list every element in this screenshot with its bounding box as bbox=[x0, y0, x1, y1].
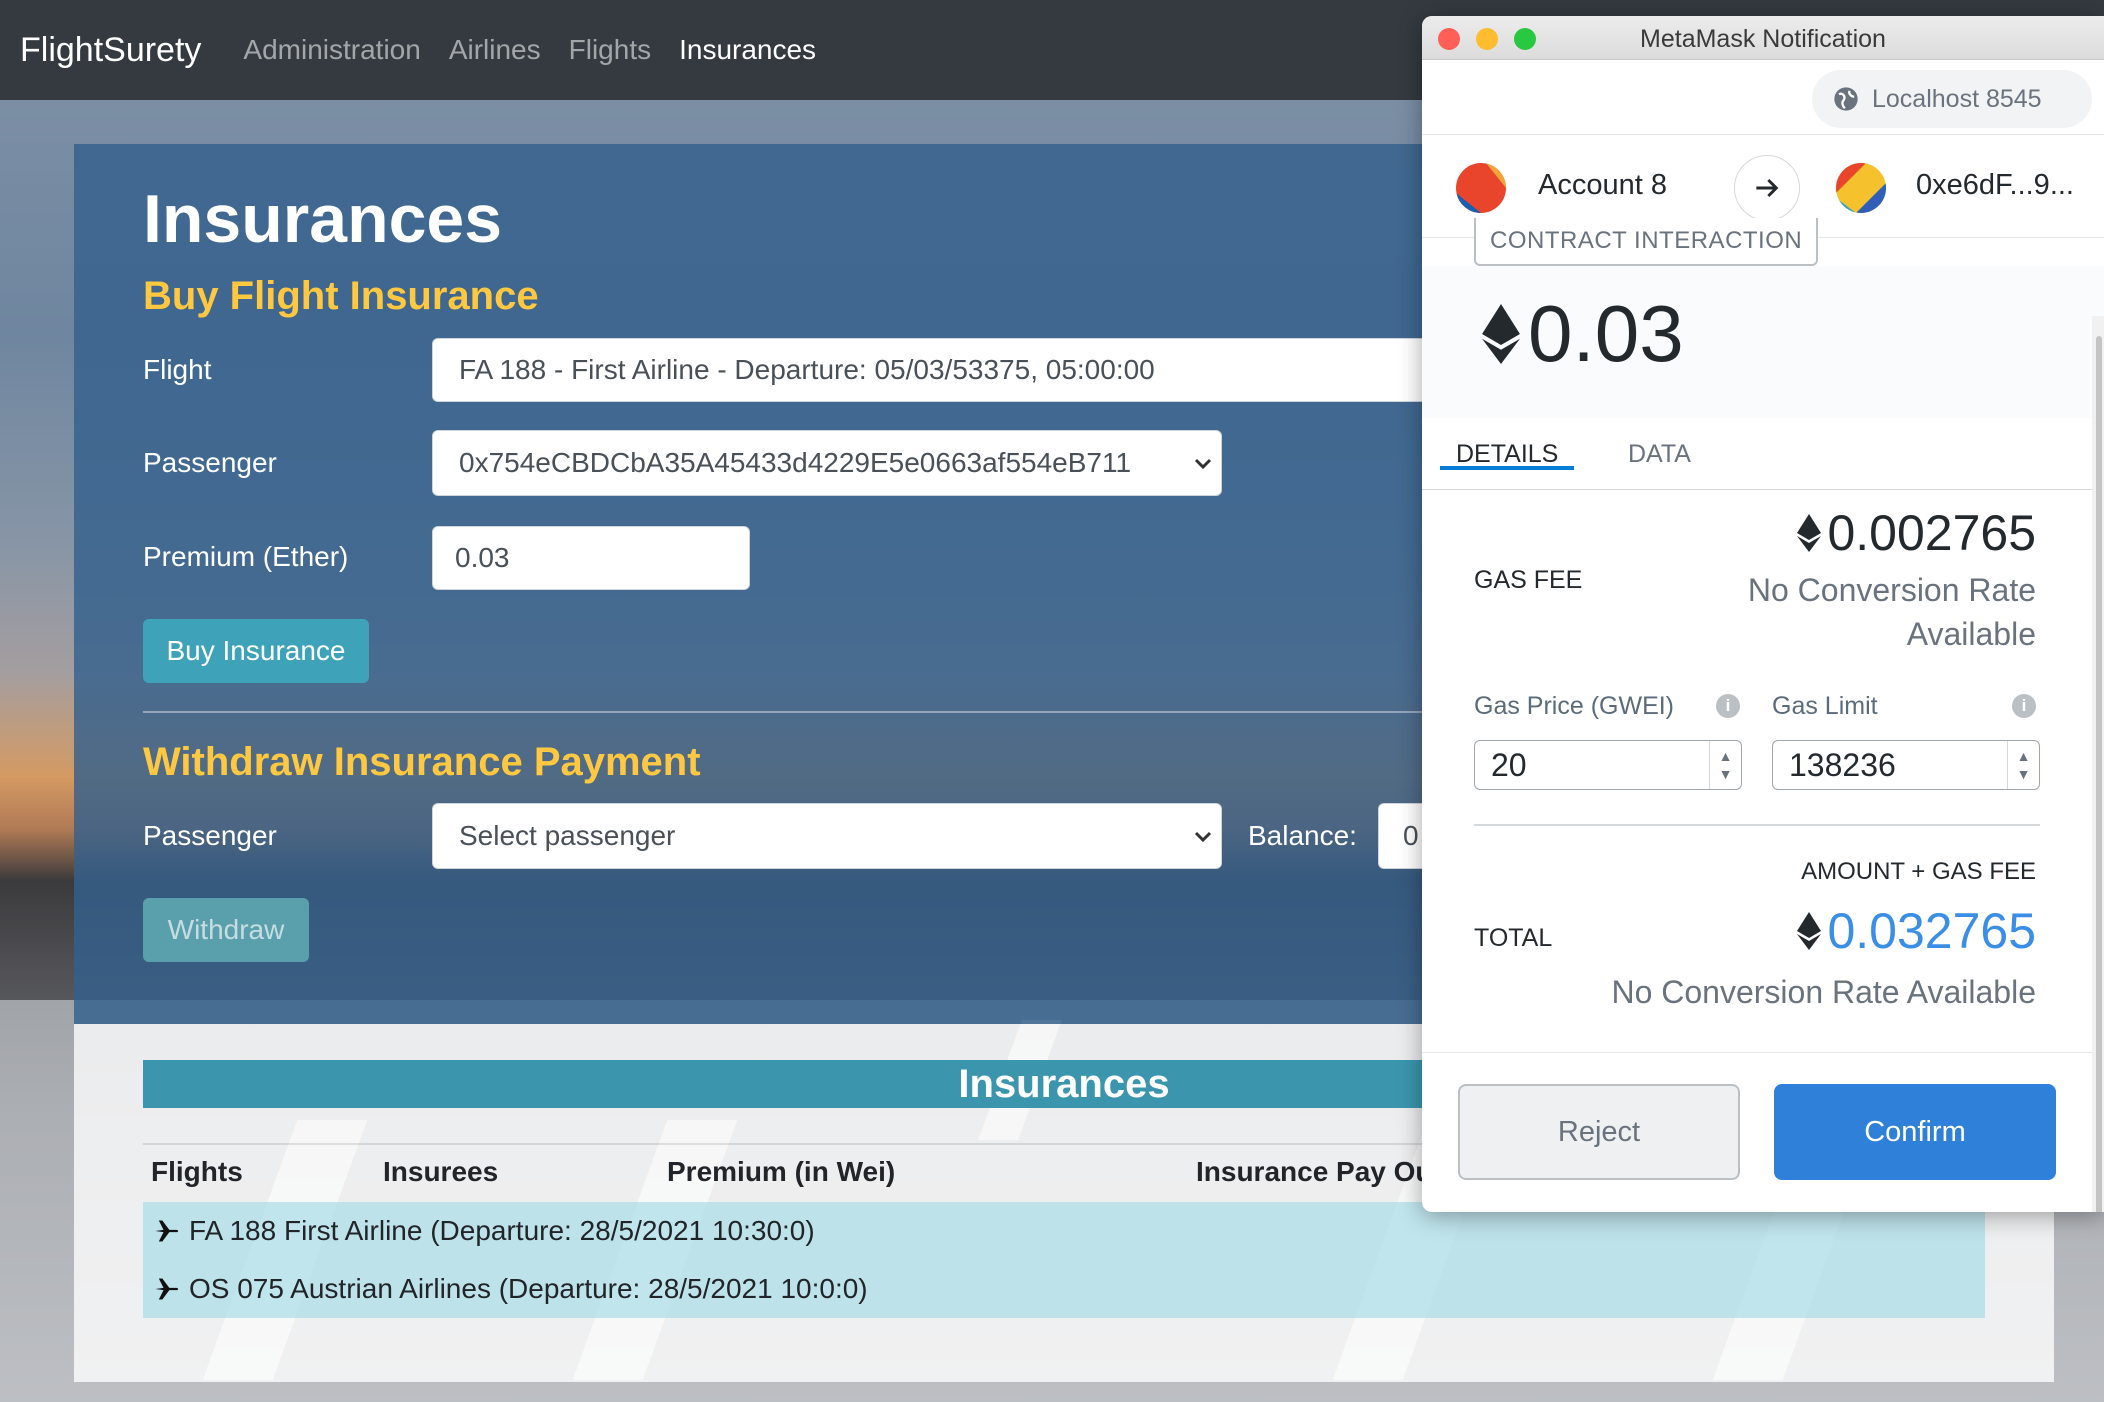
tab-details[interactable]: DETAILS bbox=[1456, 440, 1558, 469]
column-header-insurees: Insurees bbox=[383, 1156, 499, 1187]
total-value: 0.032765 bbox=[1827, 903, 2036, 959]
brand-link[interactable]: FlightSurety bbox=[20, 31, 201, 70]
gas-fee-conversion-line2: Available bbox=[1906, 616, 2036, 652]
table-row-flight: OS 075 Austrian Airlines (Departure: 28/… bbox=[189, 1273, 868, 1304]
tab-bar: DETAILS DATA bbox=[1422, 418, 2104, 490]
total-label: TOTAL bbox=[1474, 924, 1553, 952]
from-account-avatar bbox=[1456, 163, 1506, 213]
active-tab-indicator bbox=[1440, 466, 1574, 470]
ethereum-icon bbox=[1797, 912, 1822, 950]
withdraw-heading: Withdraw Insurance Payment bbox=[143, 740, 701, 784]
nav-insurances[interactable]: Insurances bbox=[679, 34, 816, 66]
tab-data[interactable]: DATA bbox=[1628, 440, 1691, 469]
chevron-down-icon bbox=[1194, 831, 1212, 843]
gas-price-label: Gas Price (GWEI) bbox=[1474, 692, 1675, 720]
contract-interaction-badge: CONTRACT INTERACTION bbox=[1474, 218, 1819, 266]
premium-input[interactable]: 0.03 bbox=[432, 526, 750, 590]
withdraw-passenger-select[interactable]: Select passenger bbox=[432, 803, 1222, 869]
scrollbar-thumb[interactable] bbox=[2096, 336, 2102, 1212]
passenger-label: Passenger bbox=[143, 447, 277, 478]
window-title: MetaMask Notification bbox=[1640, 25, 1886, 53]
passenger-select[interactable]: 0x754eCBDCbA35A45433d4229E5e0663af554eB7… bbox=[432, 430, 1222, 496]
column-header-flights: Flights bbox=[151, 1156, 243, 1187]
flight-label: Flight bbox=[143, 354, 212, 385]
nav-airlines[interactable]: Airlines bbox=[449, 34, 541, 66]
balance-label: Balance: bbox=[1248, 820, 1357, 851]
arrow-right-icon bbox=[1734, 155, 1800, 221]
gas-price-input[interactable]: 20 ▲ ▼ bbox=[1474, 740, 1742, 790]
nav-administration[interactable]: Administration bbox=[243, 34, 420, 66]
gas-fee-value-row: 0.002765 bbox=[1797, 504, 2036, 562]
ethereum-icon bbox=[1482, 304, 1520, 364]
network-name: Localhost 8545 bbox=[1872, 84, 2042, 113]
to-address-avatar bbox=[1836, 163, 1886, 213]
info-icon[interactable]: i bbox=[1716, 694, 1740, 718]
table-row-flight: FA 188 First Airline (Departure: 28/5/20… bbox=[189, 1215, 815, 1246]
transaction-amount: 0.03 bbox=[1528, 289, 1684, 378]
network-globe-icon bbox=[1834, 87, 1858, 111]
gas-limit-value: 138236 bbox=[1789, 746, 1896, 783]
gas-fee-conversion-line1: No Conversion Rate bbox=[1747, 572, 2036, 608]
gas-limit-label: Gas Limit bbox=[1772, 692, 1878, 720]
gas-price-value: 20 bbox=[1491, 746, 1527, 783]
plane-icon bbox=[155, 1220, 179, 1242]
plane-icon bbox=[155, 1278, 179, 1300]
to-address[interactable]: 0xe6dF...9... bbox=[1916, 169, 2074, 202]
column-header-premium: Premium (in Wei) bbox=[667, 1156, 896, 1187]
page-title: Insurances bbox=[143, 181, 503, 257]
confirm-button[interactable]: Confirm bbox=[1774, 1084, 2056, 1180]
gas-limit-input[interactable]: 138236 ▲ ▼ bbox=[1772, 740, 2040, 790]
chevron-down-icon bbox=[1194, 458, 1212, 470]
network-indicator[interactable]: Localhost 8545 bbox=[1812, 70, 2092, 128]
details-divider bbox=[1474, 824, 2040, 826]
premium-label: Premium (Ether) bbox=[143, 541, 349, 572]
buy-insurance-button[interactable]: Buy Insurance bbox=[143, 619, 369, 683]
passenger-select-value: 0x754eCBDCbA35A45433d4229E5e0663af554eB7… bbox=[459, 447, 1132, 478]
total-conversion: No Conversion Rate Available bbox=[1611, 974, 2036, 1010]
gas-fee-value: 0.002765 bbox=[1827, 505, 2036, 561]
nav-flights[interactable]: Flights bbox=[569, 34, 651, 66]
buy-insurance-heading: Buy Flight Insurance bbox=[143, 274, 539, 318]
withdraw-passenger-label: Passenger bbox=[143, 820, 277, 851]
info-icon[interactable]: i bbox=[2012, 694, 2036, 718]
total-value-row: 0.032765 bbox=[1797, 902, 2036, 960]
flight-select-value: FA 188 - First Airline - Departure: 05/0… bbox=[459, 354, 1155, 385]
gas-limit-stepper[interactable]: ▲ ▼ bbox=[2007, 741, 2039, 789]
withdraw-passenger-value: Select passenger bbox=[459, 820, 676, 851]
window-titlebar: MetaMask Notification bbox=[1422, 16, 2104, 60]
flight-select[interactable]: FA 188 - First Airline - Departure: 05/0… bbox=[432, 338, 1432, 402]
amount-gas-fee-label: AMOUNT + GAS FEE bbox=[1801, 858, 2036, 885]
amount-area bbox=[1422, 266, 2104, 418]
column-header-payout: Insurance Pay Ou bbox=[1196, 1156, 1433, 1187]
ethereum-icon bbox=[1797, 514, 1822, 552]
metamask-notification-window: MetaMask Notification Localhost 8545 Acc… bbox=[1422, 16, 2104, 1212]
gas-fee-label: GAS FEE bbox=[1474, 566, 1583, 594]
table-row[interactable]: OS 075 Austrian Airlines (Departure: 28/… bbox=[143, 1260, 1985, 1318]
balance-value: 0 bbox=[1403, 820, 1419, 851]
premium-input-value: 0.03 bbox=[455, 542, 510, 573]
reject-button[interactable]: Reject bbox=[1458, 1084, 1740, 1180]
from-account-name[interactable]: Account 8 bbox=[1538, 169, 1667, 202]
withdraw-button[interactable]: Withdraw bbox=[143, 898, 309, 962]
gas-price-stepper[interactable]: ▲ ▼ bbox=[1709, 741, 1741, 789]
